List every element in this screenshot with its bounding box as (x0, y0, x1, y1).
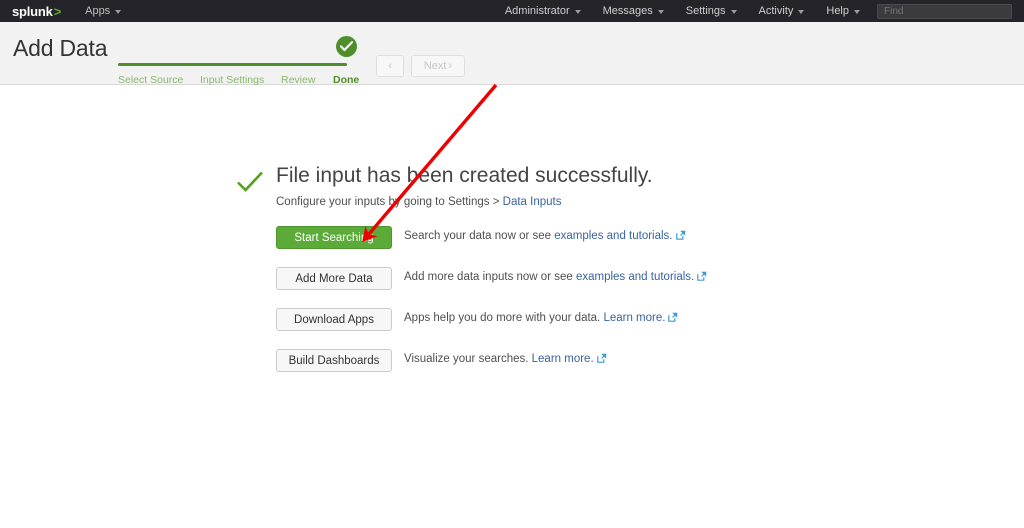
success-check-icon (237, 171, 263, 192)
external-link-icon[interactable] (668, 312, 678, 325)
action-description: Apps help you do more with your data. Le… (404, 312, 678, 325)
apps-menu[interactable]: Apps (85, 5, 122, 17)
chevron-down-icon (657, 10, 664, 14)
wizard-progress: Select Source Input Settings Review Done (118, 40, 368, 86)
learn-more-link[interactable]: Learn more. (603, 312, 665, 324)
nav-item-activity[interactable]: Activity (748, 0, 816, 22)
action-description: Add more data inputs now or see examples… (404, 271, 707, 284)
nav-item-label: Administrator (504, 5, 570, 17)
wizard-step-review[interactable]: Review (281, 74, 315, 86)
examples-and-tutorials-link[interactable]: examples and tutorials. (576, 271, 694, 283)
wizard-done-indicator (336, 36, 357, 57)
action-description: Search your data now or see examples and… (404, 230, 686, 243)
nav-item-label: Help (826, 5, 849, 17)
splunk-logo[interactable]: splunk > (12, 5, 61, 18)
start-searching-button[interactable]: Start Searching (276, 226, 392, 249)
wizard-step-input-settings[interactable]: Input Settings (200, 74, 264, 86)
nav-item-label: Activity (758, 5, 794, 17)
action-description: Visualize your searches. Learn more. (404, 353, 607, 366)
find-input[interactable] (877, 3, 1012, 19)
apps-menu-label: Apps (85, 5, 111, 17)
next-step-button[interactable]: Next › (411, 55, 465, 77)
action-description-text: Search your data now or see (404, 230, 555, 242)
action-description-text: Add more data inputs now or see (404, 271, 576, 283)
nav-item-messages[interactable]: Messages (592, 0, 675, 22)
build-dashboards-button[interactable]: Build Dashboards (276, 349, 392, 372)
success-subtitle: Configure your inputs by going to Settin… (276, 196, 561, 208)
chevron-down-icon (854, 10, 860, 14)
external-link-icon[interactable] (675, 230, 686, 243)
success-title: File input has been created successfully… (276, 164, 653, 187)
examples-and-tutorials-link[interactable]: examples and tutorials. (554, 230, 672, 242)
wizard-step-done[interactable]: Done (333, 74, 359, 86)
top-navigation-bar: splunk > Apps Administrator Messages Sett… (0, 0, 1024, 22)
progress-track (118, 63, 347, 66)
top-navigation-right-group: Administrator Messages Settings Activity… (494, 0, 1024, 22)
chevron-down-icon (730, 10, 737, 14)
action-description-text: Apps help you do more with your data. (404, 312, 604, 324)
page-header-band: Add Data Select Source Input Settings Re… (0, 22, 1024, 86)
splunk-logo-text: splunk (12, 3, 53, 19)
nav-item-settings[interactable]: Settings (675, 0, 748, 22)
nav-item-help[interactable]: Help (815, 0, 871, 22)
action-description-text: Visualize your searches. (404, 353, 532, 365)
wizard-step-select-source[interactable]: Select Source (118, 74, 183, 86)
previous-step-button[interactable]: ‹ (376, 55, 404, 77)
data-inputs-link[interactable]: Data Inputs (503, 196, 562, 208)
download-apps-button[interactable]: Download Apps (276, 308, 392, 331)
success-subtitle-text: Configure your inputs by going to Settin… (276, 196, 503, 208)
nav-item-label: Settings (685, 5, 726, 17)
splunk-logo-chevron-icon: > (53, 3, 62, 19)
chevron-down-icon (574, 10, 581, 14)
external-link-icon[interactable] (596, 353, 607, 366)
main-content: File input has been created successfully… (0, 86, 1024, 528)
add-more-data-button[interactable]: Add More Data (276, 267, 392, 290)
external-link-icon[interactable] (697, 271, 707, 284)
nav-item-administrator[interactable]: Administrator (494, 0, 592, 22)
nav-item-label: Messages (602, 5, 653, 17)
wizard-navigation-buttons: ‹ Next › (376, 55, 465, 77)
chevron-down-icon (115, 10, 122, 14)
next-step-label: Next (423, 60, 447, 72)
learn-more-link[interactable]: Learn more. (532, 353, 594, 365)
chevron-down-icon (798, 10, 805, 14)
chevron-right-icon: › (448, 60, 453, 72)
page-title: Add Data (13, 35, 108, 61)
check-icon (340, 41, 353, 52)
